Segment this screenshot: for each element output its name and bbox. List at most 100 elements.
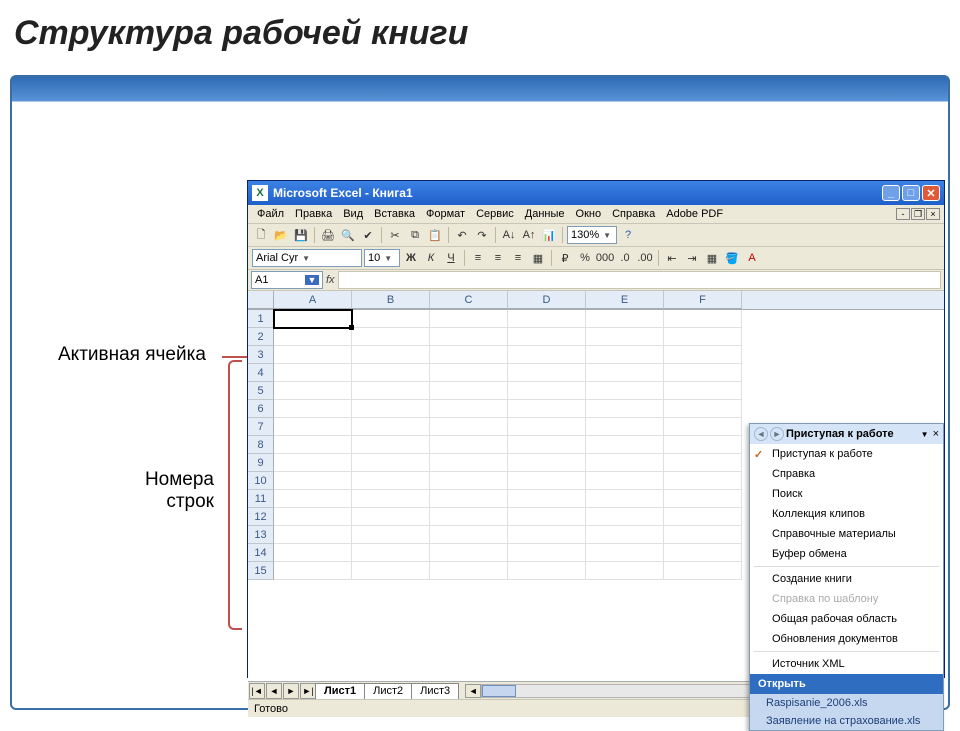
- cell[interactable]: [430, 490, 508, 508]
- cell[interactable]: [430, 526, 508, 544]
- italic-button[interactable]: К: [422, 249, 440, 267]
- taskpane-item[interactable]: Создание книги: [750, 569, 943, 589]
- cell[interactable]: [664, 364, 742, 382]
- cell[interactable]: [664, 436, 742, 454]
- col-header[interactable]: F: [664, 291, 742, 309]
- comma-icon[interactable]: 000: [596, 249, 614, 267]
- cell[interactable]: [508, 400, 586, 418]
- col-header[interactable]: D: [508, 291, 586, 309]
- menu-help[interactable]: Справка: [607, 206, 660, 222]
- taskpane-dropdown-icon[interactable]: ▼: [921, 430, 929, 439]
- spell-icon[interactable]: ✔: [359, 226, 377, 244]
- mdi-close[interactable]: ×: [926, 208, 940, 220]
- cell[interactable]: [352, 328, 430, 346]
- paste-icon[interactable]: 📋: [426, 226, 444, 244]
- indent-inc-icon[interactable]: ⇥: [683, 249, 701, 267]
- cell[interactable]: [274, 508, 352, 526]
- merge-icon[interactable]: ▦: [529, 249, 547, 267]
- row-header[interactable]: 3: [248, 346, 274, 364]
- menu-data[interactable]: Данные: [520, 206, 570, 222]
- menu-view[interactable]: Вид: [338, 206, 368, 222]
- percent-icon[interactable]: %: [576, 249, 594, 267]
- cell[interactable]: [664, 526, 742, 544]
- taskpane-back-icon[interactable]: ◄: [754, 427, 768, 441]
- taskpane-item[interactable]: Обновления документов: [750, 629, 943, 649]
- row-header[interactable]: 10: [248, 472, 274, 490]
- cell[interactable]: [430, 400, 508, 418]
- cell[interactable]: [430, 436, 508, 454]
- cell[interactable]: [352, 364, 430, 382]
- sort-desc-icon[interactable]: A↑: [520, 226, 538, 244]
- copy-icon[interactable]: ⧉: [406, 226, 424, 244]
- cell[interactable]: [586, 454, 664, 472]
- cell[interactable]: [664, 490, 742, 508]
- cell[interactable]: [352, 490, 430, 508]
- cell[interactable]: [586, 526, 664, 544]
- menu-insert[interactable]: Вставка: [369, 206, 420, 222]
- fill-color-icon[interactable]: 🪣: [723, 249, 741, 267]
- cell[interactable]: [352, 562, 430, 580]
- preview-icon[interactable]: 🔍: [339, 226, 357, 244]
- menu-format[interactable]: Формат: [421, 206, 470, 222]
- cell[interactable]: [664, 508, 742, 526]
- cell[interactable]: [430, 382, 508, 400]
- cell[interactable]: [430, 418, 508, 436]
- cell[interactable]: [508, 382, 586, 400]
- row-header[interactable]: 12: [248, 508, 274, 526]
- cell[interactable]: [508, 364, 586, 382]
- menu-adobe[interactable]: Adobe PDF: [661, 206, 728, 222]
- help-icon[interactable]: ?: [619, 226, 637, 244]
- sheet-tab[interactable]: Лист2: [364, 683, 412, 699]
- cell[interactable]: [664, 562, 742, 580]
- cell[interactable]: [274, 418, 352, 436]
- cell[interactable]: [586, 472, 664, 490]
- cell[interactable]: [664, 472, 742, 490]
- menu-file[interactable]: Файл: [252, 206, 289, 222]
- underline-button[interactable]: Ч: [442, 249, 460, 267]
- row-header[interactable]: 6: [248, 400, 274, 418]
- cell[interactable]: [508, 508, 586, 526]
- col-header[interactable]: C: [430, 291, 508, 309]
- recent-file-link[interactable]: Заявление на страхование.xls: [750, 712, 943, 730]
- cell[interactable]: [586, 400, 664, 418]
- cell[interactable]: [352, 418, 430, 436]
- cell[interactable]: [664, 346, 742, 364]
- menu-window[interactable]: Окно: [571, 206, 607, 222]
- redo-icon[interactable]: ↷: [473, 226, 491, 244]
- cell[interactable]: [430, 346, 508, 364]
- sort-asc-icon[interactable]: A↓: [500, 226, 518, 244]
- cell[interactable]: [274, 400, 352, 418]
- cell[interactable]: [508, 562, 586, 580]
- cut-icon[interactable]: ✂: [386, 226, 404, 244]
- cell[interactable]: [586, 562, 664, 580]
- bold-button[interactable]: Ж: [402, 249, 420, 267]
- maximize-button[interactable]: □: [902, 185, 920, 201]
- cell[interactable]: [430, 508, 508, 526]
- cell[interactable]: [352, 346, 430, 364]
- cell[interactable]: [508, 472, 586, 490]
- cell[interactable]: [352, 400, 430, 418]
- cell[interactable]: [274, 328, 352, 346]
- cell[interactable]: [508, 346, 586, 364]
- cell[interactable]: [508, 544, 586, 562]
- align-center-icon[interactable]: ≡: [489, 249, 507, 267]
- borders-icon[interactable]: ▦: [703, 249, 721, 267]
- taskpane-item[interactable]: Источник XML: [750, 654, 943, 674]
- cell[interactable]: [664, 544, 742, 562]
- scroll-thumb[interactable]: [482, 685, 516, 697]
- tab-nav-last-icon[interactable]: ►|: [300, 683, 316, 699]
- font-name-combo[interactable]: Arial Cyr▼: [252, 249, 362, 267]
- cell[interactable]: [274, 346, 352, 364]
- taskpane-item[interactable]: Общая рабочая область: [750, 609, 943, 629]
- cell[interactable]: [430, 328, 508, 346]
- fx-icon[interactable]: fx: [326, 274, 335, 286]
- row-header[interactable]: 4: [248, 364, 274, 382]
- dec-decimal-icon[interactable]: .00: [636, 249, 654, 267]
- cell[interactable]: [352, 544, 430, 562]
- chart-icon[interactable]: 📊: [540, 226, 558, 244]
- zoom-combo[interactable]: 130%▼: [567, 226, 617, 244]
- worksheet-grid[interactable]: A B C D E F 123456789101112131415 ◄ ► Пр…: [248, 291, 944, 681]
- cell[interactable]: [352, 508, 430, 526]
- cell[interactable]: [352, 526, 430, 544]
- cell[interactable]: [274, 526, 352, 544]
